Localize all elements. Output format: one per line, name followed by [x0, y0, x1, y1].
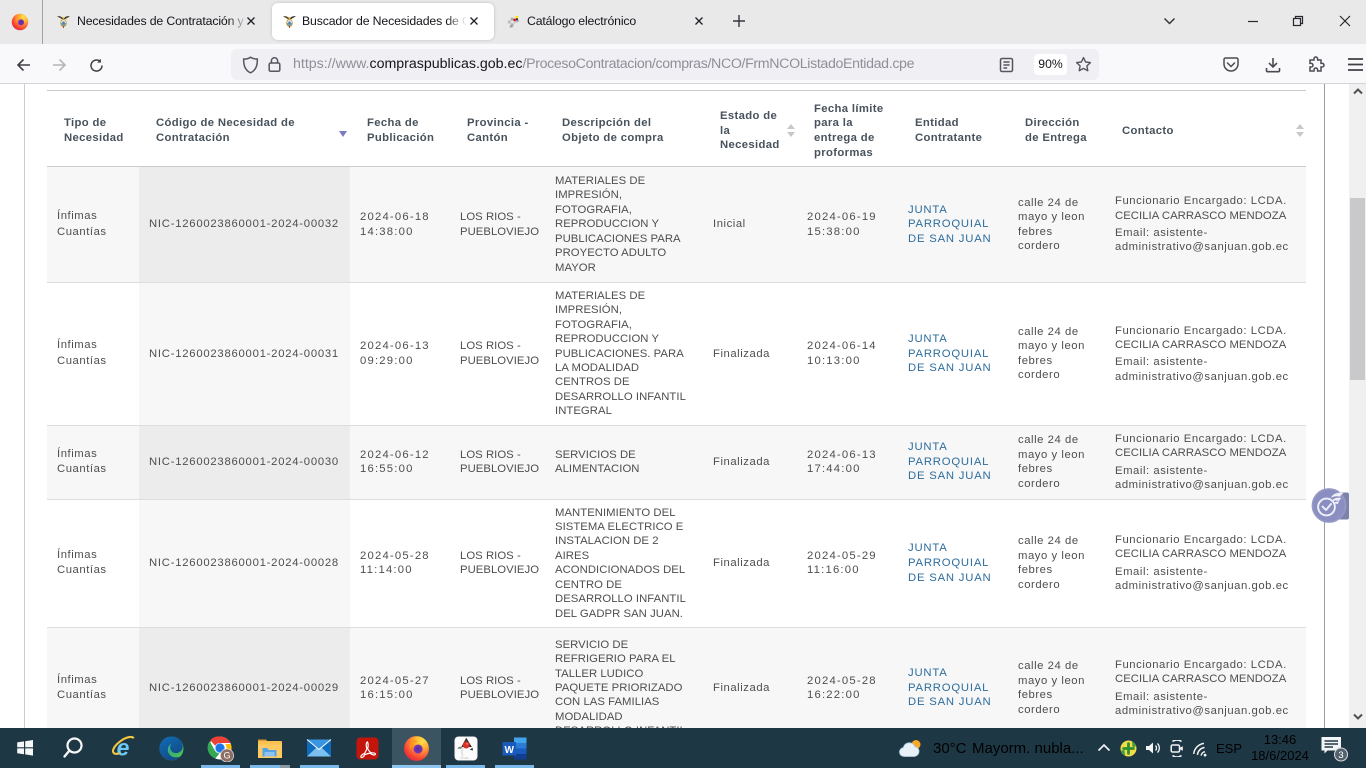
svg-text:3: 3 [1338, 750, 1343, 761]
svg-text:W: W [504, 744, 514, 755]
svg-text:G: G [223, 750, 230, 760]
